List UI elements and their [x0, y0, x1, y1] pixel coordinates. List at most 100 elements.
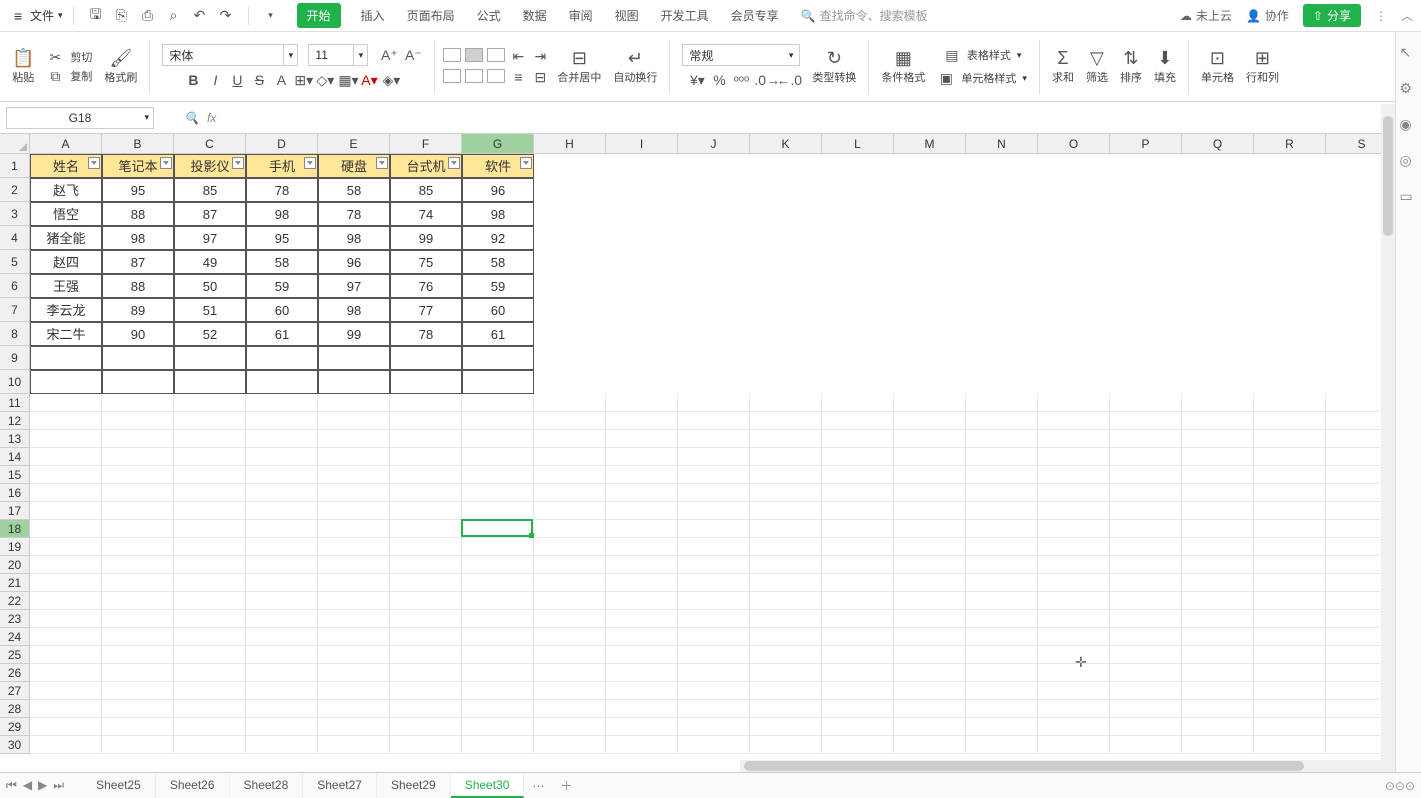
sheet-prev-icon[interactable]: ◀ — [23, 778, 32, 793]
comma-button[interactable]: ᵒᵒᵒ — [732, 72, 750, 89]
cell[interactable] — [462, 718, 534, 736]
cell[interactable] — [1038, 484, 1110, 502]
cell[interactable] — [102, 502, 174, 520]
cell[interactable] — [30, 448, 102, 466]
cell[interactable] — [174, 412, 246, 430]
cell[interactable] — [606, 682, 678, 700]
cell[interactable] — [1254, 394, 1326, 412]
cell[interactable] — [1182, 466, 1254, 484]
sheet-tab[interactable]: Sheet28 — [230, 774, 304, 798]
cell[interactable] — [1110, 736, 1182, 754]
cell[interactable] — [822, 412, 894, 430]
font-color-button[interactable]: A▾ — [360, 72, 378, 89]
cell[interactable] — [1182, 718, 1254, 736]
collapse-ribbon-icon[interactable]: ︿ — [1401, 7, 1413, 24]
cell[interactable] — [174, 466, 246, 484]
cell[interactable] — [246, 484, 318, 502]
cell[interactable] — [1254, 610, 1326, 628]
indent-increase-button[interactable]: ⇥ — [531, 48, 549, 65]
cell[interactable] — [462, 412, 534, 430]
table-data-cell[interactable]: 87 — [102, 250, 174, 274]
more-options-icon[interactable]: ⊙⊙⊙ — [1385, 779, 1415, 793]
cell[interactable] — [822, 664, 894, 682]
cell[interactable] — [678, 628, 750, 646]
table-data-cell[interactable]: 88 — [102, 274, 174, 298]
cursor-icon[interactable]: ↖ — [1400, 44, 1418, 62]
cell[interactable] — [30, 664, 102, 682]
cell[interactable] — [102, 718, 174, 736]
cell[interactable] — [1110, 574, 1182, 592]
cell[interactable] — [1038, 412, 1110, 430]
table-data-cell[interactable]: 宋二牛 — [30, 322, 102, 346]
cell[interactable] — [30, 718, 102, 736]
cell[interactable] — [246, 628, 318, 646]
column-header-Q[interactable]: Q — [1182, 134, 1254, 154]
cell[interactable] — [318, 502, 390, 520]
cell[interactable] — [894, 646, 966, 664]
cell[interactable] — [750, 394, 822, 412]
cell[interactable] — [102, 412, 174, 430]
cell[interactable] — [1110, 502, 1182, 520]
table-data-cell[interactable]: 赵四 — [30, 250, 102, 274]
cell[interactable] — [750, 736, 822, 754]
row-header-1[interactable]: 1 — [0, 154, 30, 178]
table-header-cell[interactable]: 台式机 — [390, 154, 462, 178]
sheet-tab[interactable]: Sheet26 — [156, 774, 230, 798]
cell[interactable] — [966, 430, 1038, 448]
cell[interactable] — [102, 700, 174, 718]
cell[interactable] — [390, 592, 462, 610]
cell[interactable] — [246, 610, 318, 628]
decrease-font-icon[interactable]: A⁻ — [404, 47, 422, 64]
cell[interactable] — [390, 682, 462, 700]
cell[interactable] — [822, 502, 894, 520]
book-side-icon[interactable]: ▭ — [1400, 188, 1418, 206]
cell[interactable] — [102, 538, 174, 556]
cell[interactable] — [1110, 430, 1182, 448]
table-data-cell[interactable]: 52 — [174, 322, 246, 346]
cell[interactable] — [966, 736, 1038, 754]
cell[interactable] — [246, 700, 318, 718]
cell[interactable] — [894, 610, 966, 628]
more-icon[interactable]: ⋮ — [1375, 9, 1387, 23]
cell[interactable] — [534, 610, 606, 628]
table-data-cell[interactable]: 60 — [462, 298, 534, 322]
row-header-14[interactable]: 14 — [0, 448, 30, 466]
table-style-button[interactable]: ▤表格样式▾ — [943, 47, 1022, 64]
cell[interactable] — [606, 646, 678, 664]
cell[interactable] — [102, 466, 174, 484]
column-header-D[interactable]: D — [246, 134, 318, 154]
cell[interactable] — [534, 736, 606, 754]
cell[interactable] — [102, 592, 174, 610]
cell[interactable] — [1182, 556, 1254, 574]
cell[interactable] — [1182, 610, 1254, 628]
column-header-L[interactable]: L — [822, 134, 894, 154]
cell[interactable] — [1038, 682, 1110, 700]
cell[interactable] — [894, 448, 966, 466]
cell[interactable] — [678, 664, 750, 682]
row-header-13[interactable]: 13 — [0, 430, 30, 448]
vertical-scrollbar[interactable] — [1381, 104, 1395, 772]
cell[interactable] — [390, 700, 462, 718]
cell[interactable] — [606, 538, 678, 556]
cell[interactable] — [966, 574, 1038, 592]
cell[interactable] — [462, 574, 534, 592]
cell[interactable] — [678, 466, 750, 484]
table-data-cell[interactable]: 78 — [390, 322, 462, 346]
cell[interactable] — [1254, 592, 1326, 610]
row-header-18[interactable]: 18 — [0, 520, 30, 538]
cell[interactable] — [30, 610, 102, 628]
cell[interactable] — [534, 664, 606, 682]
cell[interactable] — [822, 718, 894, 736]
add-sheet-button[interactable]: ＋ — [552, 775, 580, 796]
table-data-cell[interactable]: 97 — [318, 274, 390, 298]
table-header-cell[interactable]: 姓名 — [30, 154, 102, 178]
cell[interactable] — [966, 538, 1038, 556]
table-data-cell[interactable]: 99 — [318, 322, 390, 346]
cell[interactable] — [174, 502, 246, 520]
cell[interactable] — [894, 502, 966, 520]
cell[interactable] — [1182, 736, 1254, 754]
sheet-tab[interactable]: Sheet30 — [451, 774, 525, 798]
sheet-more-button[interactable]: ⋯ — [524, 777, 552, 795]
cell[interactable] — [750, 646, 822, 664]
cell[interactable] — [1038, 736, 1110, 754]
